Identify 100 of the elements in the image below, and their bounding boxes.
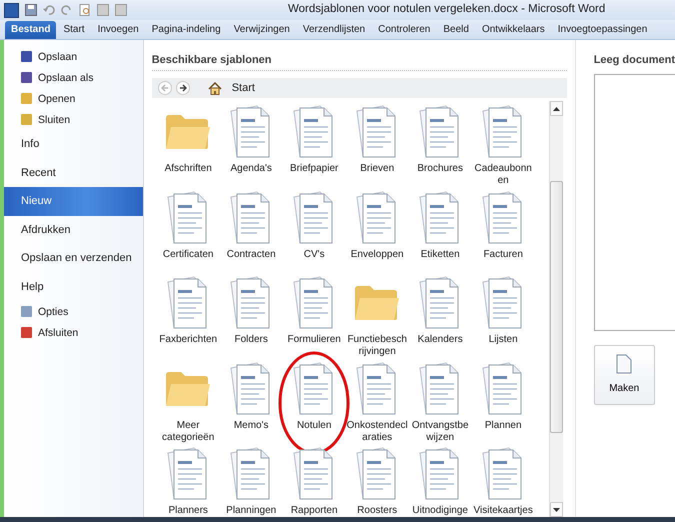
menu-item[interactable]: Info [4,130,143,158]
template-label: Enveloppen [350,248,405,260]
menu-item[interactable]: Sluiten [4,109,143,130]
back-arrow-icon [160,84,169,92]
home-icon[interactable] [208,82,222,94]
menu-item-label: Sluiten [38,114,70,126]
menu-item-label: Opslaan [38,50,78,62]
template-tile[interactable]: Enveloppen [346,186,409,260]
template-tile[interactable]: Brochures [408,101,472,175]
ribbon-tab[interactable]: Invoegen [92,21,145,39]
template-label: Visitekaartjes [472,505,534,517]
template-label: Planners [167,505,209,517]
template-label: Facturen [482,248,524,260]
menu-item[interactable]: Help [4,272,143,301]
ribbon-tab[interactable]: Invoegtoepassingen [552,21,654,39]
scrollbar-thumb[interactable] [550,181,563,433]
template-tile[interactable]: Formulieren [282,272,346,346]
template-label: Notulen [296,420,332,432]
template-tile[interactable]: Faxberichten [156,272,220,346]
template-label: Folders [234,334,269,346]
ribbon-tab[interactable]: Start [57,21,91,39]
template-label: Afschriften [164,163,213,175]
ribbon-tab[interactable]: Beeld [437,21,475,39]
preview-title: Leeg document [594,54,675,66]
breadcrumb[interactable]: Start [232,82,255,94]
template-tile[interactable]: Afschriften [156,101,220,175]
template-tile[interactable]: Roosters [346,443,409,517]
template-label: Functiebeschrijvingen [346,334,408,358]
template-tile[interactable]: Kalenders [408,272,472,346]
ribbon-tab[interactable]: Verwijzingen [228,21,296,39]
template-tile[interactable]: Agenda's [220,101,283,175]
create-button[interactable]: Maken [594,345,655,405]
ribbon-tab[interactable]: Verzendlijsten [296,21,372,39]
down-triangle-icon [552,508,560,512]
template-tile[interactable]: Planners [156,443,220,517]
ribbon-tab[interactable]: Pagina-indeling [146,21,227,39]
menu-item[interactable]: Afdrukken [4,216,143,244]
menu-item[interactable]: Opslaan [4,46,143,67]
template-label: Agenda's [229,163,273,175]
print-preview-icon[interactable] [79,4,91,16]
template-tile[interactable]: Rapporten [282,443,346,517]
template-label: CV's [302,248,326,260]
template-tile[interactable]: Ontvangstbewijzen [408,358,472,444]
template-tile[interactable]: Certificaten [156,186,220,260]
template-label: Uitnodiginge [411,505,469,517]
ribbon-tab[interactable]: Controleren [372,21,436,39]
template-tile[interactable]: Cadeaubonnen [472,101,535,187]
menu-item[interactable]: Opslaan en verzenden [4,244,143,272]
section-title: Beschikbare sjablonen [152,54,567,71]
template-tile[interactable]: Facturen [472,186,535,260]
template-label: Ontvangstbewijzen [410,420,470,444]
template-label: Lijsten [488,334,519,346]
window-title: Wordsjablonen voor notulen vergeleken.docx - Microsoft Word [288,3,606,15]
template-tile[interactable]: Etiketten [408,186,472,260]
template-tile[interactable]: Contracten [220,186,283,260]
ribbon-tab[interactable]: Bestand [5,21,56,39]
forward-button[interactable] [176,81,190,95]
template-label: Planningen [225,505,278,517]
template-tile[interactable]: Meer categorieën [156,358,220,444]
save-icon[interactable] [25,4,37,16]
menu-item[interactable]: Opties [4,301,143,322]
template-tile[interactable]: Planningen [220,443,283,517]
template-tile[interactable]: Onkostendeclaraties [346,358,409,444]
template-tile[interactable]: Folders [220,272,283,346]
menu-item[interactable]: Openen [4,88,143,109]
template-label: Kalenders [416,334,464,346]
template-tile[interactable]: Memo's [220,358,283,432]
template-label: Formulieren [286,334,342,346]
template-label: Memo's [232,420,270,432]
template-tile[interactable]: CV's [282,186,346,260]
template-tile[interactable]: Briefpapier [282,101,346,175]
template-label: Cadeaubonnen [474,163,533,187]
template-label: Faxberichten [158,334,218,346]
template-tile[interactable]: Visitekaartjes [472,443,535,517]
scroll-down-button[interactable] [550,502,563,517]
menu-item[interactable]: Afsluiten [4,322,143,343]
menu-item-label: Opties [38,306,68,318]
template-label: Brochures [416,163,464,175]
template-tile[interactable]: Lijsten [472,272,535,346]
template-label: Contracten [226,248,277,260]
menu-item-label: Afsluiten [38,326,78,338]
template-label: Certificaten [162,248,214,260]
menu-item[interactable]: Opslaan als [4,67,143,88]
ribbon-tab[interactable]: Ontwikkelaars [476,21,551,39]
template-label: Roosters [356,505,398,517]
template-tile[interactable]: Plannen [472,358,535,432]
template-label: Meer categorieën [161,420,216,444]
template-label: Rapporten [290,505,339,517]
template-label: Onkostendeclaraties [346,420,408,444]
template-tile[interactable]: Functiebeschrijvingen [346,272,409,358]
template-tile[interactable]: Uitnodiginge [408,443,472,517]
menu-item[interactable]: Recent [4,158,143,187]
redo-icon[interactable] [61,4,73,16]
template-label: Plannen [484,420,523,432]
menu-item[interactable]: Nieuw [4,187,143,216]
template-tile[interactable]: Brieven [346,101,409,175]
forward-arrow-icon [178,84,187,92]
vertical-scrollbar[interactable] [548,101,563,517]
scroll-up-button[interactable] [550,101,563,116]
undo-icon[interactable] [43,4,55,16]
